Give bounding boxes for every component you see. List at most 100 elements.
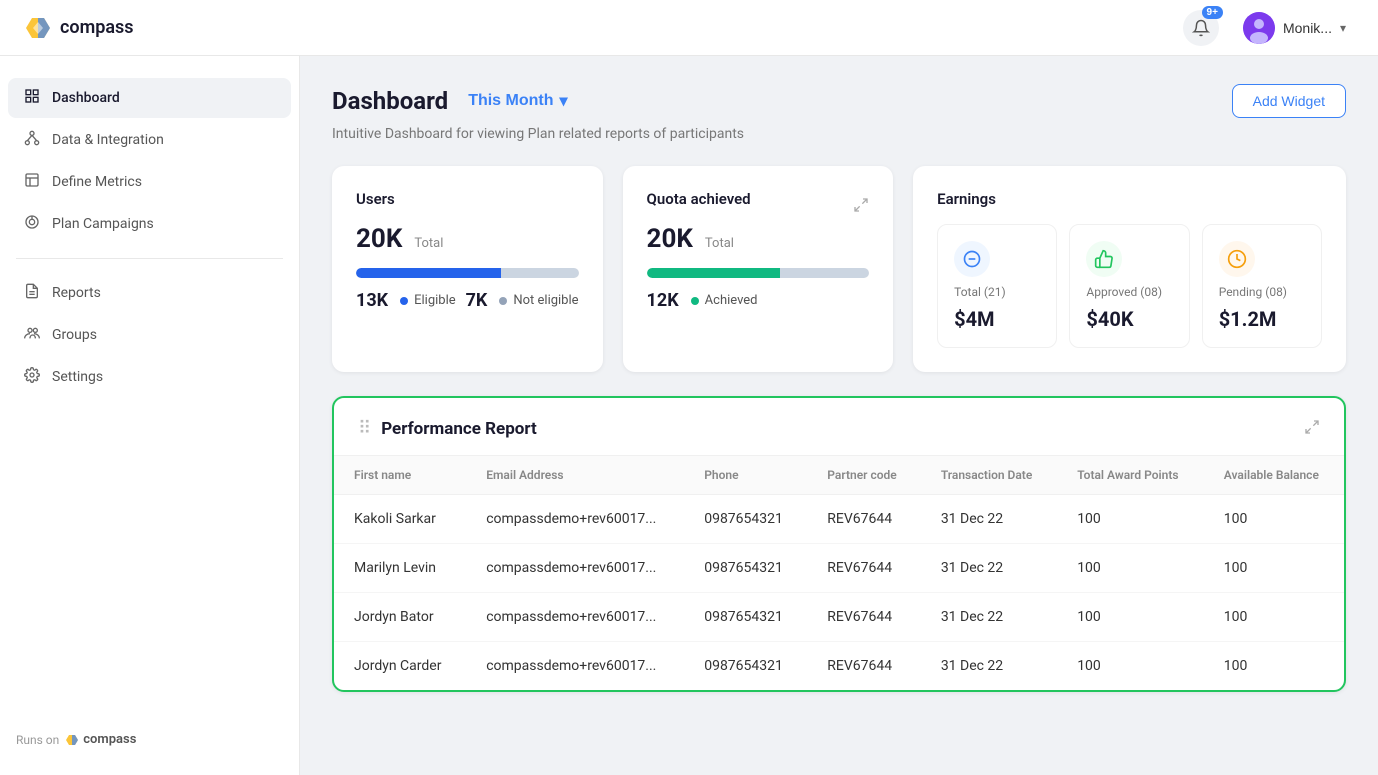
quota-card-header: Quota achieved [647, 190, 870, 224]
quota-legend: 12K Achieved [647, 290, 870, 311]
cell-transaction_date: 31 Dec 22 [921, 495, 1057, 544]
sidebar-item-label: Plan Campaigns [52, 216, 154, 232]
quota-achieved-label: Achieved [705, 293, 758, 308]
dashboard-icon [24, 88, 40, 108]
sidebar: Dashboard Data & Integration Define Metr… [0, 56, 300, 775]
earnings-total-label: Total (21) [954, 285, 1006, 299]
users-legend-eligible: 13K Eligible [356, 290, 456, 311]
earnings-total-value: $4M [954, 307, 994, 331]
performance-section: ⠿ Performance Report First name Email Ad… [332, 396, 1346, 692]
quota-card: Quota achieved 20K Total 12K [623, 166, 894, 372]
col-email: Email Address [466, 456, 684, 495]
users-bar [356, 268, 579, 278]
cell-partner_code: REV67644 [807, 593, 921, 642]
user-menu-button[interactable]: Monik... ▾ [1235, 8, 1354, 48]
app-layout: Dashboard Data & Integration Define Metr… [0, 56, 1378, 775]
col-first-name: First name [334, 456, 466, 495]
sidebar-item-data-integration[interactable]: Data & Integration [8, 120, 291, 160]
cell-transaction_date: 31 Dec 22 [921, 544, 1057, 593]
sidebar-item-plan-campaigns[interactable]: Plan Campaigns [8, 204, 291, 244]
quota-total-value: 20K [647, 224, 693, 254]
cell-email: compassdemo+rev60017... [466, 495, 684, 544]
logo: compass [24, 14, 134, 42]
users-card-title: Users [356, 190, 579, 208]
sidebar-item-label: Settings [52, 369, 103, 385]
earnings-pending-label: Pending (08) [1219, 285, 1287, 299]
users-legend: 13K Eligible 7K Not eligible [356, 290, 579, 311]
settings-icon [24, 367, 40, 387]
earnings-pending-value: $1.2M [1219, 307, 1277, 331]
earnings-approved-value: $40K [1086, 307, 1133, 331]
cell-transaction_date: 31 Dec 22 [921, 642, 1057, 691]
users-not-eligible-value: 7K [466, 290, 488, 311]
users-total-row: 20K Total [356, 224, 579, 254]
quota-expand-icon[interactable] [853, 197, 869, 217]
compass-logo-icon [24, 14, 52, 42]
quota-bar-remaining [780, 268, 869, 278]
earnings-pending: Pending (08) $1.2M [1202, 224, 1322, 348]
cell-email: compassdemo+rev60017... [466, 593, 684, 642]
table-row: Jordyn Cardercompassdemo+rev60017...0987… [334, 642, 1344, 691]
page-title-row: Dashboard This Month ▾ [332, 87, 576, 115]
cell-available_balance: 100 [1204, 642, 1344, 691]
month-filter-button[interactable]: This Month ▾ [460, 87, 575, 115]
logo-text: compass [60, 17, 134, 38]
plan-campaigns-icon [24, 214, 40, 234]
earnings-total: Total (21) $4M [937, 224, 1057, 348]
quota-total-row: 20K Total [647, 224, 870, 254]
sidebar-item-dashboard[interactable]: Dashboard [8, 78, 291, 118]
performance-table: First name Email Address Phone Partner c… [334, 455, 1344, 690]
notification-badge: 9+ [1202, 6, 1223, 19]
sidebar-item-reports[interactable]: Reports [8, 273, 291, 313]
filter-chevron-icon: ▾ [560, 91, 568, 111]
cell-total_award: 100 [1057, 495, 1204, 544]
performance-table-header: First name Email Address Phone Partner c… [334, 456, 1344, 495]
sidebar-item-label: Dashboard [52, 90, 120, 106]
users-eligible-value: 13K [356, 290, 388, 311]
sidebar-main-section: Dashboard Data & Integration Define Metr… [0, 76, 299, 246]
cell-available_balance: 100 [1204, 544, 1344, 593]
table-row: Jordyn Batorcompassdemo+rev60017...09876… [334, 593, 1344, 642]
sidebar-item-settings[interactable]: Settings [8, 357, 291, 397]
avatar-image [1243, 12, 1275, 44]
performance-table-header-row: First name Email Address Phone Partner c… [334, 456, 1344, 495]
earnings-total-icon [954, 241, 990, 277]
notifications-button[interactable]: 9+ [1183, 10, 1219, 46]
sidebar-item-label: Groups [52, 327, 97, 343]
users-total-value: 20K [356, 224, 402, 254]
cell-first_name: Kakoli Sarkar [334, 495, 466, 544]
topnav: compass 9+ Monik... ▾ [0, 0, 1378, 56]
earnings-approved: Approved (08) $40K [1069, 224, 1189, 348]
users-legend-not-eligible: 7K Not eligible [466, 290, 579, 311]
performance-expand-icon[interactable] [1304, 419, 1320, 439]
table-row: Marilyn Levincompassdemo+rev60017...0987… [334, 544, 1344, 593]
col-total-award: Total Award Points [1057, 456, 1204, 495]
sidebar-item-define-metrics[interactable]: Define Metrics [8, 162, 291, 202]
cell-available_balance: 100 [1204, 495, 1344, 544]
add-widget-button[interactable]: Add Widget [1232, 84, 1346, 118]
performance-title-row: ⠿ Performance Report [358, 418, 537, 439]
earnings-grid: Total (21) $4M Approved (08) $40K [937, 224, 1322, 348]
users-eligible-label: Eligible [414, 293, 456, 308]
quota-card-title: Quota achieved [647, 190, 751, 208]
sidebar-item-label: Define Metrics [52, 174, 142, 190]
earnings-card-title: Earnings [937, 190, 1322, 208]
performance-title: Performance Report [381, 419, 537, 439]
drag-handle-icon[interactable]: ⠿ [358, 418, 371, 439]
earnings-card: Earnings Total (21) $4M [913, 166, 1346, 372]
earnings-approved-icon [1086, 241, 1122, 277]
topnav-right: 9+ Monik... ▾ [1183, 8, 1354, 48]
page-subtitle: Intuitive Dashboard for viewing Plan rel… [332, 126, 1346, 142]
earnings-approved-label: Approved (08) [1086, 285, 1162, 299]
users-bar-eligible [356, 268, 501, 278]
month-filter-label: This Month [468, 92, 553, 110]
sidebar-item-label: Reports [52, 285, 101, 301]
quota-total-label: Total [705, 236, 734, 251]
quota-legend-achieved: 12K Achieved [647, 290, 758, 311]
sidebar-footer: Runs on compass [0, 716, 299, 755]
cell-email: compassdemo+rev60017... [466, 544, 684, 593]
cell-partner_code: REV67644 [807, 495, 921, 544]
cell-transaction_date: 31 Dec 22 [921, 593, 1057, 642]
stat-cards-row: Users 20K Total 13K Eligible 7K [332, 166, 1346, 372]
sidebar-item-groups[interactable]: Groups [8, 315, 291, 355]
